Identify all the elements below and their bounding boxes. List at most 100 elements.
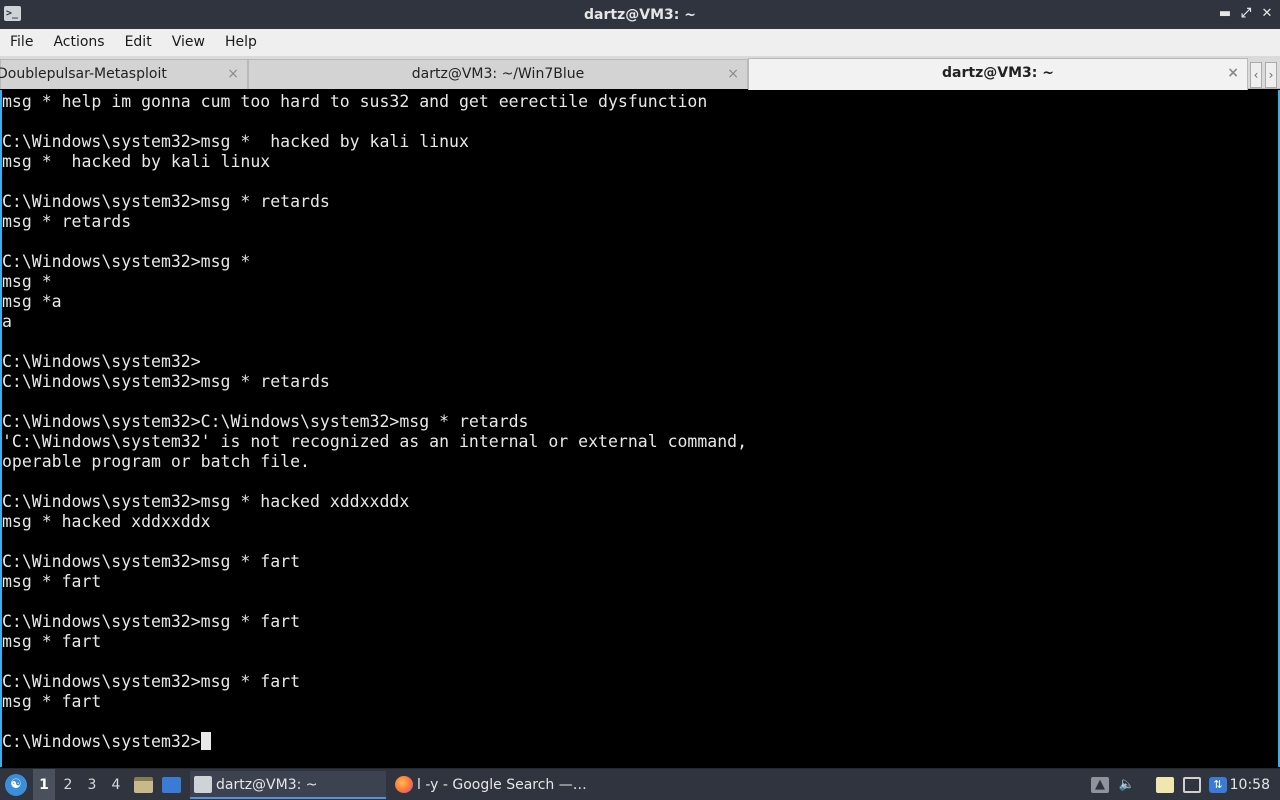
tab-win7blue[interactable]: dartz@VM3: ~/Win7Blue ×	[248, 59, 748, 89]
terminal-line-text: msg * hacked xddxxddx	[2, 512, 211, 531]
terminal-line-text: C:\Windows\system32>msg * hacked by kali…	[2, 132, 469, 151]
terminal-line: C:\Windows\system32>msg * hacked xddxxdd…	[2, 492, 1278, 512]
menu-bar: File Actions Edit View Help	[0, 29, 1280, 56]
terminal-line-text: C:\Windows\system32>msg * hacked xddxxdd…	[2, 492, 410, 511]
terminal-line: msg *	[2, 272, 1278, 292]
terminal-line: a	[2, 312, 1278, 332]
window-titlebar[interactable]: >_ dartz@VM3: ~ ▬ ⤢ ✕	[0, 0, 1280, 29]
terminal-line-text: C:\Windows\system32>msg * retards	[2, 372, 330, 391]
tab-label: dartz@VM3: ~	[942, 65, 1054, 81]
terminal-line-text: msg * fart	[2, 692, 102, 711]
terminal-line-text: C:\Windows\system32>	[2, 352, 201, 371]
menu-actions[interactable]: Actions	[43, 29, 114, 56]
terminal-view[interactable]: msg * help im gonna cum too hard to sus3…	[0, 90, 1280, 767]
menu-file[interactable]: File	[0, 29, 43, 56]
clipboard-icon[interactable]	[1156, 777, 1174, 793]
terminal-line: msg * fart	[2, 572, 1278, 592]
terminal-line-text: msg *	[2, 272, 52, 291]
terminal-output: msg * help im gonna cum too hard to sus3…	[2, 92, 1278, 752]
display-icon[interactable]	[1183, 777, 1201, 793]
terminal-line-text: msg *a	[2, 292, 62, 311]
taskbar: ☯ 1 2 3 4 dartz@VM3: ~ l -y - Google Sea…	[0, 768, 1280, 800]
terminal-line: msg * hacked by kali linux	[2, 152, 1278, 172]
terminal-line: C:\Windows\system32>msg *	[2, 252, 1278, 272]
workspace-4[interactable]: 4	[105, 769, 127, 800]
menu-view[interactable]: View	[162, 29, 215, 56]
tab-bar: Doublepulsar-Metasploit × dartz@VM3: ~/W…	[0, 56, 1280, 90]
terminal-line-text: msg * retards	[2, 212, 132, 231]
menu-edit[interactable]: Edit	[115, 29, 162, 56]
terminal-line: C:\Windows\system32>msg * retards	[2, 192, 1278, 212]
workspace-2[interactable]: 2	[57, 769, 79, 800]
start-menu-icon[interactable]: ☯	[5, 774, 27, 796]
terminal-line-text: C:\Windows\system32>msg *	[2, 252, 251, 271]
terminal-line: C:\Windows\system32>	[2, 352, 1278, 372]
network-icon[interactable]: ⇅	[1209, 777, 1227, 793]
terminal-icon	[194, 776, 212, 793]
workspace-1[interactable]: 1	[33, 769, 55, 800]
terminal-line: C:\Windows\system32>msg * fart	[2, 552, 1278, 572]
terminal-line-text: C:\Windows\system32>msg * fart	[2, 552, 301, 571]
menu-help[interactable]: Help	[215, 29, 267, 56]
terminal-line: msg * help im gonna cum too hard to sus3…	[2, 92, 1278, 112]
terminal-line-text: C:\Windows\system32>msg * retards	[2, 192, 330, 211]
tab-scroll-right-icon[interactable]: ›	[1265, 62, 1277, 88]
close-icon[interactable]: ✕	[1258, 5, 1276, 23]
terminal-line-text: operable program or batch file.	[2, 452, 310, 471]
tab-close-icon[interactable]: ×	[727, 60, 739, 88]
tab-home[interactable]: dartz@VM3: ~ ×	[748, 58, 1248, 90]
tab-label: dartz@VM3: ~/Win7Blue	[411, 66, 585, 82]
firefox-icon	[395, 776, 413, 793]
terminal-line: C:\Windows\system32>msg * fart	[2, 672, 1278, 692]
terminal-line-text: msg * hacked by kali linux	[2, 152, 271, 171]
tab-close-icon[interactable]: ×	[227, 60, 239, 88]
upload-icon[interactable]: ▲	[1091, 777, 1109, 793]
terminal-line: msg * fart	[2, 632, 1278, 652]
terminal-line-text: msg * fart	[2, 632, 102, 651]
tab-scroll-left-icon[interactable]: ‹	[1250, 62, 1262, 88]
terminal-line: msg * fart	[2, 692, 1278, 712]
clock[interactable]: 10:58	[1230, 769, 1270, 800]
file-manager-icon[interactable]	[134, 777, 153, 793]
terminal-line: 'C:\Windows\system32' is not recognized …	[2, 432, 1278, 452]
terminal-line: msg *a	[2, 292, 1278, 312]
terminal-line: msg * retards	[2, 212, 1278, 232]
terminal-line-text: msg * help im gonna cum too hard to sus3…	[2, 92, 708, 111]
task-firefox[interactable]: l -y - Google Search —…	[391, 771, 591, 799]
terminal-line: C:\Windows\system32>msg * hacked by kali…	[2, 132, 1278, 152]
terminal-line: C:\Windows\system32>	[2, 732, 1278, 752]
terminal-line: C:\Windows\system32>C:\Windows\system32>…	[2, 412, 1278, 432]
maximize-icon[interactable]: ⤢	[1237, 5, 1255, 23]
window-title: dartz@VM3: ~	[584, 6, 696, 23]
tab-close-icon[interactable]: ×	[1227, 59, 1239, 87]
volume-icon[interactable]: 🔈	[1118, 777, 1136, 793]
terminal-icon[interactable]: >_	[4, 6, 21, 21]
terminal-line-text: a	[2, 312, 12, 331]
terminal-line-text: C:\Windows\system32>C:\Windows\system32>…	[2, 412, 529, 431]
terminal-line: C:\Windows\system32>msg * fart	[2, 612, 1278, 632]
terminal-line-text: C:\Windows\system32>	[2, 732, 201, 751]
show-desktop-icon[interactable]	[162, 777, 181, 793]
tab-doublepulsar[interactable]: Doublepulsar-Metasploit ×	[0, 59, 248, 89]
terminal-line-text: 'C:\Windows\system32' is not recognized …	[2, 432, 748, 451]
terminal-line: msg * hacked xddxxddx	[2, 512, 1278, 532]
terminal-line-text: C:\Windows\system32>msg * fart	[2, 672, 301, 691]
workspace-3[interactable]: 3	[81, 769, 103, 800]
tab-label: Doublepulsar-Metasploit	[0, 66, 167, 82]
task-label: dartz@VM3: ~	[216, 777, 318, 793]
task-label: l -y - Google Search —…	[417, 777, 587, 793]
task-terminal[interactable]: dartz@VM3: ~	[190, 771, 386, 799]
minimize-icon[interactable]: ▬	[1216, 5, 1234, 23]
terminal-line-text: msg * fart	[2, 572, 102, 591]
terminal-cursor	[200, 732, 211, 750]
terminal-line: C:\Windows\system32>msg * retards	[2, 372, 1278, 392]
